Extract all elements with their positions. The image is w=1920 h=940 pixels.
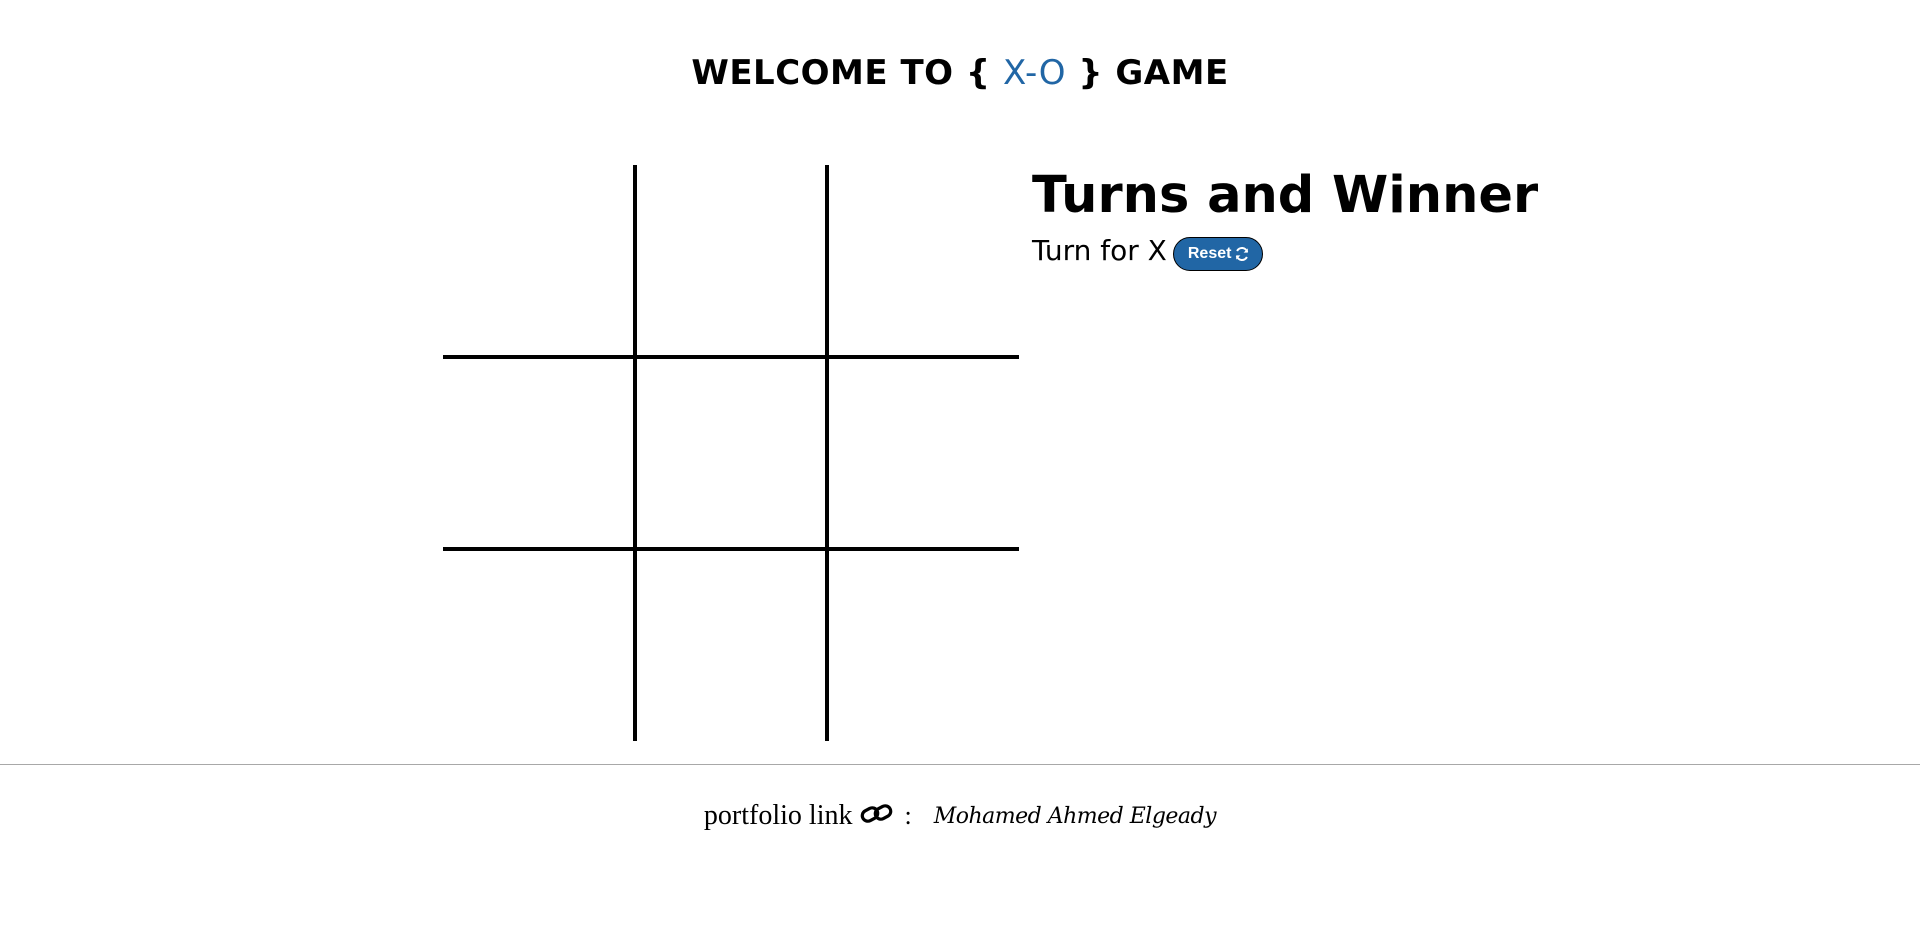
grid-line-horizontal-2 [443, 547, 1019, 551]
board-cell-5[interactable] [635, 357, 827, 549]
turn-indicator: Turn for X [1032, 234, 1167, 267]
title-prefix: WELCOME TO { [691, 53, 1003, 93]
grid-line-vertical-2 [825, 165, 829, 741]
panel-heading: Turns and Winner [1032, 166, 1539, 225]
game-board [443, 165, 1019, 741]
refresh-icon [1234, 246, 1250, 262]
grid-line-vertical-1 [633, 165, 637, 741]
grid-line-horizontal-1 [443, 355, 1019, 359]
reset-button[interactable]: Reset [1172, 237, 1264, 271]
board-cell-4[interactable] [443, 357, 635, 549]
footer-separator: : [904, 801, 912, 830]
board-cell-1[interactable] [443, 165, 635, 357]
title-suffix: } GAME [1066, 53, 1229, 93]
board-cell-9[interactable] [827, 549, 1019, 741]
link-icon [860, 801, 894, 831]
board-cell-8[interactable] [635, 549, 827, 741]
board-cell-2[interactable] [635, 165, 827, 357]
turn-row: Turn for X Reset [1032, 231, 1538, 271]
board-cell-7[interactable] [443, 549, 635, 741]
portfolio-link[interactable]: Mohamed Ahmed Elgeady [934, 804, 1217, 829]
title-accent: X-O [1002, 53, 1067, 93]
board-cell-3[interactable] [827, 165, 1019, 357]
board-cell-6[interactable] [827, 357, 1019, 549]
footer-divider [0, 764, 1920, 765]
reset-button-label: Reset [1187, 245, 1232, 262]
footer-label: portfolio link [703, 800, 853, 831]
footer: portfolio link : Mohamed Ahmed Elgeady [0, 800, 1920, 832]
status-panel: Turns and Winner Turn for X Reset [1032, 165, 1538, 271]
page-title: WELCOME TO { X-O } GAME [0, 50, 1920, 96]
